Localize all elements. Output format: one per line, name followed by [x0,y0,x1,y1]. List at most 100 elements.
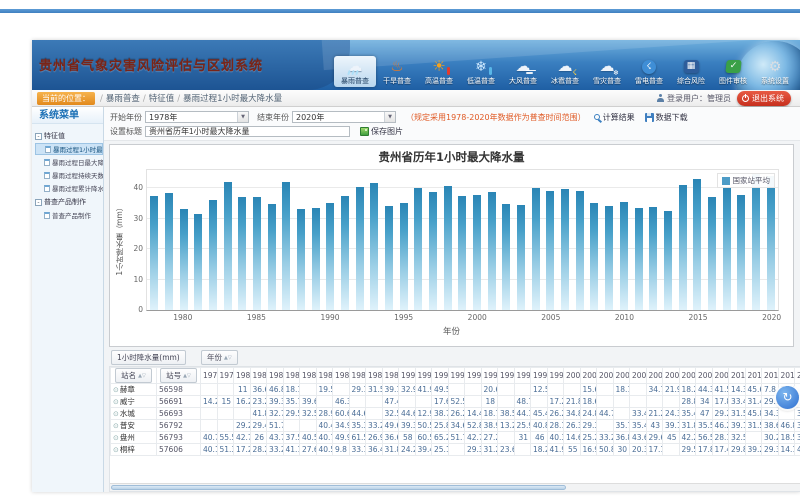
nav-item-settings-survey[interactable]: ⚙系统设置 [754,56,796,87]
chart-bar-1992 [356,187,364,310]
value-cell: 17.1 [646,444,663,456]
refresh-float-button[interactable]: ↻ [776,386,799,409]
sidebar-item[interactable]: 暴雨过程累计降水量 [35,182,103,194]
y-tick-label: 40 [122,183,143,192]
year-header: 1983 [283,368,300,384]
value-cell [564,384,581,396]
main-panel: 开始年份 1978年 ▼ 结束年份 2020年 ▼ （规定采用1978-2020… [104,107,800,492]
breadcrumb-link[interactable]: 暴雨普查 [106,94,140,104]
tree-group-1[interactable]: -普查产品制作 [35,197,103,207]
value-cell: 34.8 [564,408,581,420]
page-icon [44,185,50,192]
x-axis-ticks: 198019851990199520002005201020152020 [146,313,779,322]
value-cell [201,420,218,432]
tree-group-0[interactable]: -特征值 [35,131,103,141]
year-header: 2001 [580,368,597,384]
value-cell: 31.1 [795,420,800,432]
value-cell [613,396,630,408]
chart-bar-2006 [561,189,569,310]
value-cell [465,396,482,408]
station-id-cell: 56598 [157,384,201,396]
chart-bar-2001 [488,192,496,310]
value-cell: 46 [531,432,548,444]
scrollbar-thumb[interactable] [111,485,566,490]
chart-bar-1988 [297,209,305,310]
chart-bar-2008 [590,203,598,310]
logout-button[interactable]: 退出系统 [737,91,791,106]
value-cell: 41.5 [712,384,729,396]
value-cell: 17.4 [712,444,729,456]
page-icon [44,212,50,219]
nav-item-snow-survey[interactable]: ☁❄雪灾普查 [586,56,628,87]
value-cell: 35.7 [283,396,300,408]
value-cell: 31.5 [729,408,746,420]
pivot-value-chip[interactable]: 1小时降水量(mm) [111,350,186,365]
sidebar-item[interactable]: 暴雨过程1小时最大降水量 [35,143,103,155]
year-header: 1998 [531,368,548,384]
nav-item-lightning-survey[interactable]: ☇雷电普查 [628,56,670,87]
value-cell: 26.2 [448,408,465,420]
year-header: 1980 [234,368,251,384]
nav-item-label: 图件审核 [719,76,747,86]
sidebar-item[interactable]: 暴雨过程持续天数 [35,169,103,181]
value-cell: 46.8 [267,384,284,396]
value-cell: 29.3 [465,444,482,456]
value-cell: 17.8 [712,396,729,408]
station-radio-icon[interactable]: ⊙ [113,446,119,454]
station-radio-icon[interactable]: ⊙ [113,410,119,418]
app-title: 贵州省气象灾害风险评估与区划系统 [39,55,263,74]
year-header: 1989 [382,368,399,384]
nav-item-hail-survey[interactable]: ☁☇冰雹普查 [544,56,586,87]
start-year-select[interactable]: 1978年 ▼ [145,111,249,123]
value-cell [547,384,564,396]
sidebar-item[interactable]: 暴雨过程日最大降水量 [35,156,103,168]
year-header: 1990 [399,368,416,384]
value-cell: 12.9 [415,408,432,420]
nav-item-review-survey[interactable]: ✓图件审核 [712,56,754,87]
value-cell: 39.4 [415,444,432,456]
sidebar-item[interactable]: 普查产品制作 [35,209,103,221]
end-year-select[interactable]: 2020年 ▼ [292,111,396,123]
col-header-station-id[interactable]: 站号▲▽ [160,368,197,383]
value-cell: 39.6 [300,396,317,408]
nav-item-risk-survey[interactable]: ▦综合风险 [670,56,712,87]
breadcrumb-link[interactable]: 特征值 [149,94,175,104]
station-radio-icon[interactable]: ⊙ [113,398,119,406]
nav-item-heat-survey[interactable]: ☀高温普查 [418,56,460,87]
nav-item-rain-survey[interactable]: ☁暴雨普查 [334,56,376,87]
calc-result-button[interactable]: 计算结果 [594,112,635,123]
value-cell [514,444,531,456]
chart-title-input[interactable] [145,126,350,137]
value-cell: 31 [514,432,531,444]
chart-legend[interactable]: 国家站平均 [717,173,776,188]
nav-item-cold-survey[interactable]: ❄低温普查 [460,56,502,87]
bar-series [147,170,778,310]
value-cell: 35.3 [349,420,366,432]
breadcrumb-link[interactable]: 暴雨过程1小时最大降水量 [183,94,282,104]
value-cell: 34.3 [762,408,779,420]
breadcrumb-separator: / [177,94,180,104]
data-download-button[interactable]: 数据下载 [645,112,688,123]
value-cell [201,408,218,420]
sort-icons[interactable]: ▲▽ [224,355,232,361]
pivot-column-chip[interactable]: 年份 ▲▽ [201,350,238,365]
tree-collapse-icon[interactable]: - [35,133,42,140]
value-cell: 31.8 [679,420,696,432]
save-image-button[interactable]: 保存图片 [360,126,403,137]
value-cell: 40.1 [201,444,218,456]
col-header-station-name[interactable]: 站名▲▽ [115,368,152,383]
horizontal-scrollbar[interactable] [110,483,800,491]
value-cell [300,384,317,396]
station-radio-icon[interactable]: ⊙ [113,386,119,394]
nav-item-wind-survey[interactable]: ☁大风普查 [502,56,544,87]
value-cell [498,384,515,396]
value-cell: 31.2 [481,444,498,456]
station-radio-icon[interactable]: ⊙ [113,422,119,430]
chart-panel: 贵州省历年1小时最大降水量 1小时降水量（mm） 国家站平均 010203040… [109,144,794,347]
tree-collapse-icon[interactable]: - [35,199,42,206]
x-tick-label: 2010 [615,313,634,322]
nav-item-drought-survey[interactable]: ♨干旱普查 [376,56,418,87]
station-radio-icon[interactable]: ⊙ [113,434,119,442]
value-cell: 18.1 [613,384,630,396]
value-cell: 34.9 [333,420,350,432]
